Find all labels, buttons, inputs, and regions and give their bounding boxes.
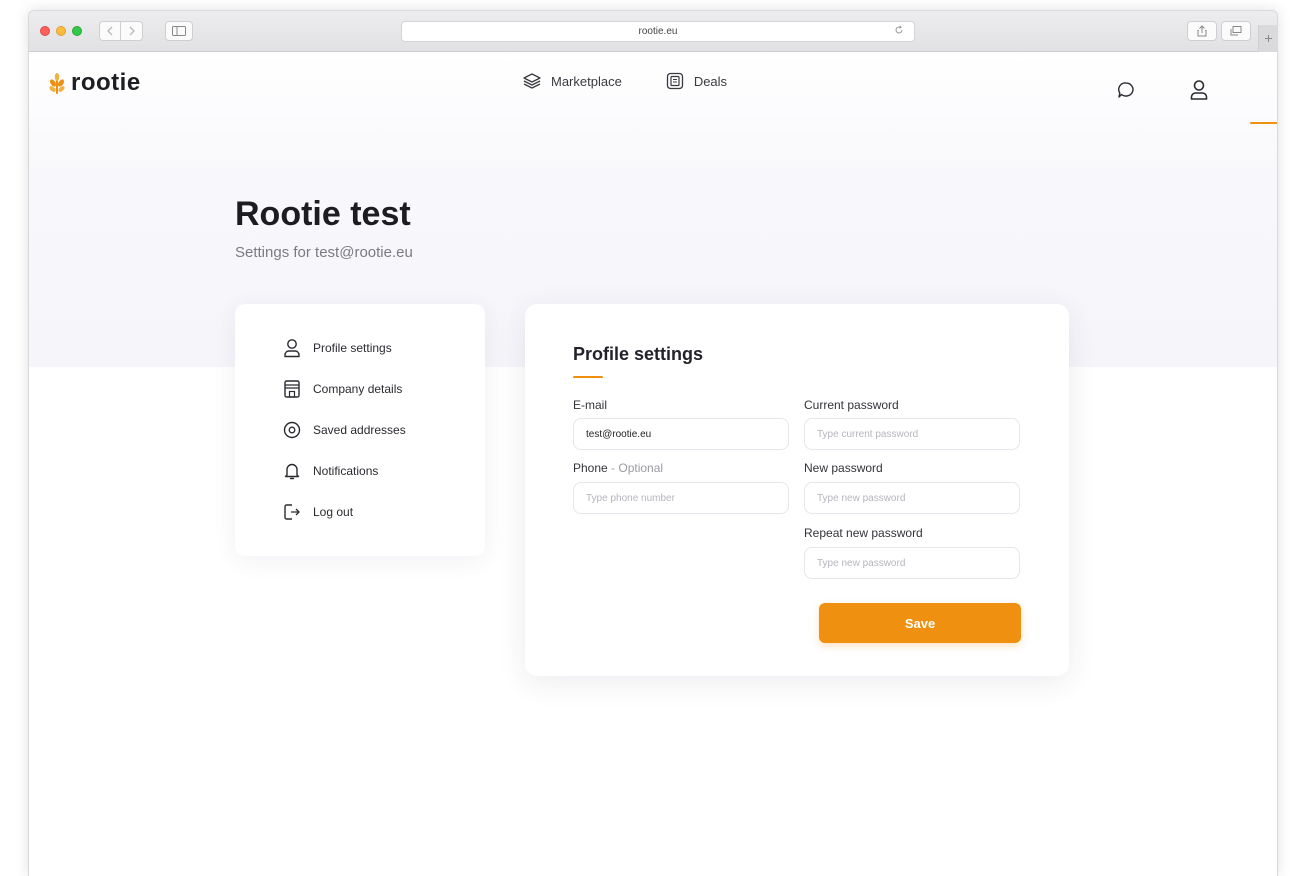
reload-icon[interactable] [894,25,904,38]
url-text: rootie.eu [638,26,678,37]
profile-settings-card: Profile settings E-mail Phone - Optional… [525,304,1069,676]
new-tab-button[interactable] [1258,25,1277,52]
menu-item-label: Profile settings [313,341,392,355]
building-icon [284,380,300,398]
save-button[interactable]: Save [819,603,1021,643]
menu-item-label: Saved addresses [313,423,406,437]
nav-marketplace-label: Marketplace [551,73,622,89]
plus-icon [1265,35,1272,42]
phone-field[interactable] [573,482,789,514]
new-password-field[interactable] [804,482,1020,514]
account-button[interactable] [1189,79,1209,106]
optional-tag: - Optional [611,461,664,475]
user-icon [284,339,300,358]
forward-button[interactable] [121,21,143,41]
chat-bubble-icon [1118,82,1134,98]
repeat-password-label: Repeat new password [804,526,923,540]
browser-actions [1187,21,1251,41]
menu-item-log-out[interactable]: Log out [283,502,353,522]
phone-label-text: Phone [573,461,608,475]
nav-deals[interactable]: Deals [666,72,727,90]
repeat-password-field[interactable] [804,547,1020,579]
main-nav: Marketplace Deals [523,72,727,90]
site-header: rootie Marketplace Deals [29,52,1277,124]
phone-label: Phone - Optional [573,461,663,475]
email-label: E-mail [573,398,608,412]
layers-icon [523,73,541,89]
share-icon [1197,25,1207,37]
minimize-window-button[interactable] [56,26,66,36]
tabs-overview-button[interactable] [1221,21,1251,41]
deals-document-icon [666,72,683,90]
current-password-field[interactable] [804,418,1020,450]
page-title: Rootie test [235,195,411,233]
browser-toolbar: rootie.eu [29,11,1277,52]
page: rootie Marketplace Deals Rootie test Set… [29,52,1277,876]
menu-item-label: Notifications [313,464,379,478]
close-window-button[interactable] [40,26,50,36]
nav-deals-label: Deals [693,73,728,89]
page-subtitle: Settings for test@rootie.eu [235,244,413,261]
menu-item-label: Log out [313,505,354,519]
menu-item-label: Company details [313,382,403,396]
tabs-icon [1230,26,1242,36]
browser-window: rootie.eu rootie Marketplace Deals Rooti… [28,10,1278,876]
logo[interactable]: rootie [47,69,141,97]
menu-item-profile-settings[interactable]: Profile settings [283,338,392,358]
messages-button[interactable] [1117,81,1135,104]
history-nav [99,21,143,41]
sidebar-icon [172,26,186,36]
new-password-label: New password [804,461,883,475]
menu-item-company-details[interactable]: Company details [283,379,402,399]
zoom-window-button[interactable] [72,26,82,36]
address-bar[interactable]: rootie.eu [401,21,915,42]
sidebar-toggle-button[interactable] [165,21,193,41]
chevron-left-icon [107,26,113,36]
share-button[interactable] [1187,21,1217,41]
email-field[interactable] [573,418,789,450]
header-actions [1097,52,1277,124]
back-button[interactable] [99,21,121,41]
location-pin-icon [283,421,301,439]
wheat-logo-icon [49,73,65,94]
active-nav-indicator [1250,122,1277,124]
menu-item-saved-addresses[interactable]: Saved addresses [283,420,406,440]
menu-item-notifications[interactable]: Notifications [283,461,378,481]
form-title: Profile settings [573,344,704,364]
chevron-right-icon [129,26,135,36]
nav-marketplace[interactable]: Marketplace [523,72,622,90]
settings-menu: Profile settings Company details Saved a… [235,304,485,556]
window-controls [40,26,82,36]
user-icon [1190,80,1208,100]
logo-text: rootie [71,69,141,96]
bell-icon [284,463,300,480]
current-password-label: Current password [804,398,899,412]
logout-icon [284,504,300,520]
title-underline [573,376,603,378]
